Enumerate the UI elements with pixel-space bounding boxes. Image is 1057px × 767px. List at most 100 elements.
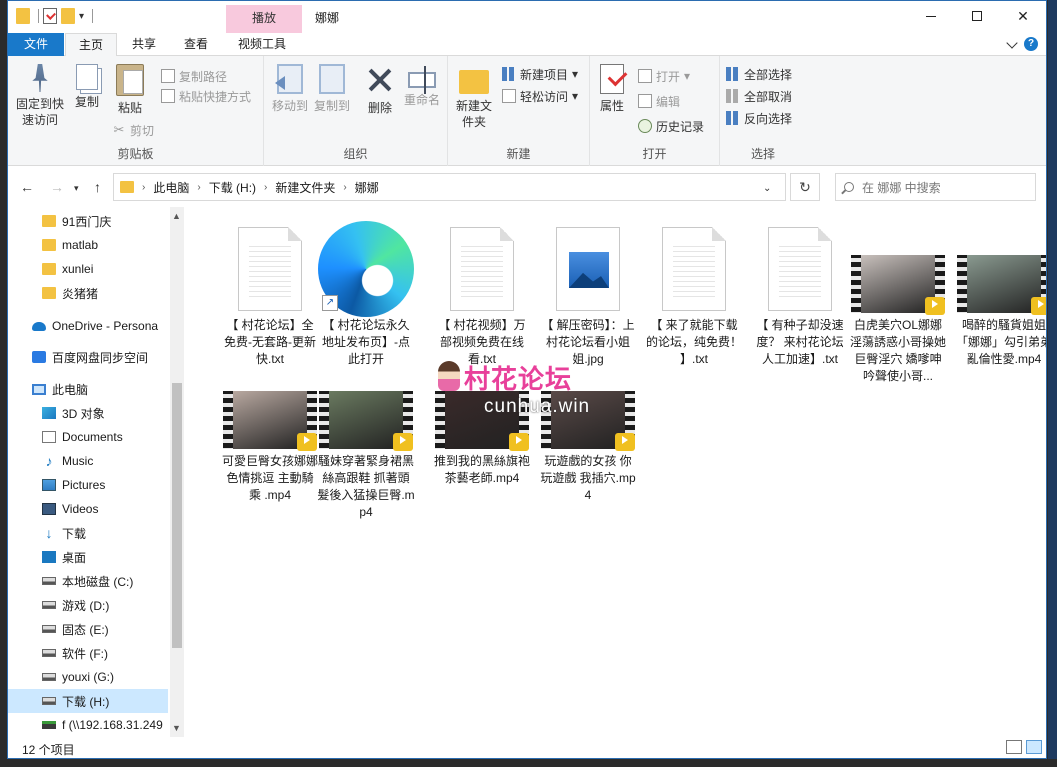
large-icons-view-icon[interactable] <box>1026 740 1042 754</box>
scroll-down-icon[interactable]: ▼ <box>172 723 181 733</box>
nav-item[interactable]: 百度网盘同步空间 <box>8 345 168 369</box>
file-item[interactable]: ↗ 【 村花论坛永久地址发布页】-点此打开 <box>314 221 418 368</box>
context-tab-play[interactable]: 播放 <box>226 5 302 33</box>
folder-icon <box>120 181 134 193</box>
file-item[interactable]: 推到我的黑絲旗袍茶藝老師.mp4 <box>430 387 534 487</box>
nav-item[interactable]: youxi (G:) <box>8 665 168 689</box>
forward-button[interactable]: → <box>50 179 64 195</box>
nav-item[interactable]: 炎猪猪 <box>8 281 168 305</box>
cut-button[interactable]: ✂ 剪切 <box>112 120 154 140</box>
nav-item[interactable]: 本地磁盘 (C:) <box>8 569 168 593</box>
refresh-button[interactable]: ↻ <box>790 173 820 201</box>
recent-locations-icon[interactable]: ▾ <box>74 183 79 194</box>
close-button[interactable]: ✕ <box>1000 1 1046 31</box>
minimize-button[interactable] <box>908 1 954 31</box>
invert-selection-button[interactable]: 反向选择 <box>726 108 792 128</box>
copy-to-button[interactable]: 复制到 <box>312 64 352 114</box>
paste-shortcut-button[interactable]: 粘贴快捷方式 <box>161 86 251 106</box>
nav-item[interactable]: 游戏 (D:) <box>8 593 168 617</box>
breadcrumb-new-folder[interactable]: 新建文件夹 <box>275 179 335 196</box>
maximize-button[interactable] <box>954 1 1000 31</box>
back-button[interactable]: ← <box>20 179 34 195</box>
select-none-button[interactable]: 全部取消 <box>726 86 792 106</box>
details-view-icon[interactable] <box>1006 740 1022 754</box>
file-item[interactable]: 【 有种子却没速度？ 来村花论坛人工加速】.txt <box>748 221 852 368</box>
nav-item-label: OneDrive - Persona <box>52 319 159 333</box>
file-item[interactable]: 【 解压密码】：上村花论坛看小姐姐.jpg <box>536 221 640 368</box>
nav-item[interactable]: ♪ Music <box>8 449 168 473</box>
file-item[interactable]: 白虎美穴OL娜娜淫蕩誘惑小哥操她巨臀淫穴 嬌嗲呻吟聲使小哥... <box>846 251 950 385</box>
paste-button[interactable]: 粘贴 <box>112 64 148 116</box>
breadcrumb-current[interactable]: 娜娜 <box>355 179 379 196</box>
nav-item[interactable]: 3D 对象 <box>8 401 168 425</box>
pin-quick-access-button[interactable]: 固定到快速访问 <box>12 64 68 128</box>
onedrive-icon <box>32 321 46 331</box>
file-item[interactable]: 騷妹穿著緊身裙黑絲高跟鞋 抓著頭髮後入猛操巨臀.mp4 <box>314 387 418 521</box>
rename-button[interactable]: 重命名 <box>402 64 442 108</box>
help-icon[interactable]: ? <box>1024 37 1038 51</box>
file-item[interactable]: 【 村花论坛】全免费-无套路-更新快.txt <box>218 221 322 368</box>
file-item[interactable]: 【 来了就能下载的论坛，纯免费！ 】.txt <box>642 221 746 368</box>
scroll-up-icon[interactable]: ▲ <box>172 211 181 221</box>
nav-item[interactable]: 固态 (E:) <box>8 617 168 641</box>
nav-item[interactable]: Pictures <box>8 473 168 497</box>
tab-home[interactable]: 主页 <box>65 33 117 57</box>
easy-access-button[interactable]: 轻松访问 ▾ <box>502 86 578 106</box>
breadcrumb-drive-h[interactable]: 下载 (H:) <box>209 179 256 196</box>
tab-share[interactable]: 共享 <box>120 33 168 56</box>
move-to-button[interactable]: 移动到 <box>270 64 310 114</box>
scroll-thumb[interactable] <box>172 383 182 648</box>
copy-path-button[interactable]: 复制路径 <box>161 66 227 86</box>
new-item-button[interactable]: 新建项目 ▾ <box>502 64 578 84</box>
properties-button[interactable]: 属性 <box>596 64 628 114</box>
folder-icon[interactable] <box>16 8 30 24</box>
search-box[interactable]: 在 娜娜 中搜索 <box>835 173 1036 201</box>
nav-item[interactable]: 桌面 <box>8 545 168 569</box>
rename-label: 重命名 <box>403 93 440 107</box>
nav-item[interactable]: ↓ 下载 <box>8 521 168 545</box>
nav-item[interactable]: Videos <box>8 497 168 521</box>
nav-item[interactable]: matlab <box>8 233 168 257</box>
edit-button[interactable]: 编辑 <box>638 91 680 111</box>
tab-video-tools[interactable]: 视频工具 <box>226 33 298 56</box>
nav-item[interactable]: 软件 (F:) <box>8 641 168 665</box>
qat-separator <box>38 9 39 23</box>
new-folder-button[interactable]: 新建文件夹 <box>454 64 494 130</box>
breadcrumb-separator[interactable]: › <box>142 182 145 193</box>
new-folder-icon[interactable] <box>61 8 75 24</box>
nav-item[interactable]: f (\\192.168.31.249 <box>8 713 168 737</box>
tab-view[interactable]: 查看 <box>172 33 220 56</box>
breadcrumb-this-pc[interactable]: 此电脑 <box>153 179 189 196</box>
edge-browser-icon: ↗ <box>318 221 414 317</box>
nav-item[interactable]: 下载 (H:) <box>8 689 168 713</box>
nav-item[interactable]: 91西门庆 <box>8 209 168 233</box>
collapse-ribbon-icon[interactable] <box>1006 37 1018 49</box>
open-button[interactable]: 打开 ▾ <box>638 66 690 86</box>
nav-item[interactable]: xunlei <box>8 257 168 281</box>
breadcrumb-separator[interactable]: › <box>197 182 200 193</box>
nav-item[interactable]: 此电脑 <box>8 377 168 401</box>
file-item[interactable]: 玩遊戲的女孩 你玩遊戲 我插穴.mp4 <box>536 387 640 504</box>
properties-icon[interactable] <box>43 8 57 24</box>
history-button[interactable]: 历史记录 <box>638 116 704 136</box>
address-dropdown-icon[interactable]: ⌄ <box>763 183 771 194</box>
document-lines <box>673 242 715 300</box>
nav-item[interactable]: Documents <box>8 425 168 449</box>
copy-path-icon <box>161 69 175 83</box>
copy-button[interactable]: 复制 <box>72 64 102 110</box>
delete-button[interactable]: 删除 <box>364 64 396 116</box>
breadcrumb-separator[interactable]: › <box>264 182 267 193</box>
file-item[interactable]: 可愛巨臀女孩娜娜色情挑逗 主動騎乘 .mp4 <box>218 387 322 504</box>
quick-access-toolbar: ▾ <box>16 8 94 24</box>
qat-dropdown-icon[interactable]: ▾ <box>79 11 84 22</box>
nav-item[interactable]: OneDrive - Persona <box>8 314 168 338</box>
file-item[interactable]: 【 村花视频】万部视频免费在线看.txt <box>430 221 534 368</box>
player-badge-icon <box>925 297 945 315</box>
select-all-button[interactable]: 全部选择 <box>726 64 792 84</box>
file-item[interactable]: 喝醉的騷貨姐姐「娜娜」勾引弟弟亂倫性愛.mp4 <box>952 251 1046 368</box>
address-bar[interactable]: › 此电脑 › 下载 (H:) › 新建文件夹 › 娜娜 <box>113 173 786 201</box>
up-button[interactable]: ↑ <box>94 179 101 195</box>
breadcrumb-separator[interactable]: › <box>343 182 346 193</box>
tab-file[interactable]: 文件 <box>8 33 64 56</box>
nav-scrollbar[interactable]: ▲ ▼ <box>170 207 184 737</box>
